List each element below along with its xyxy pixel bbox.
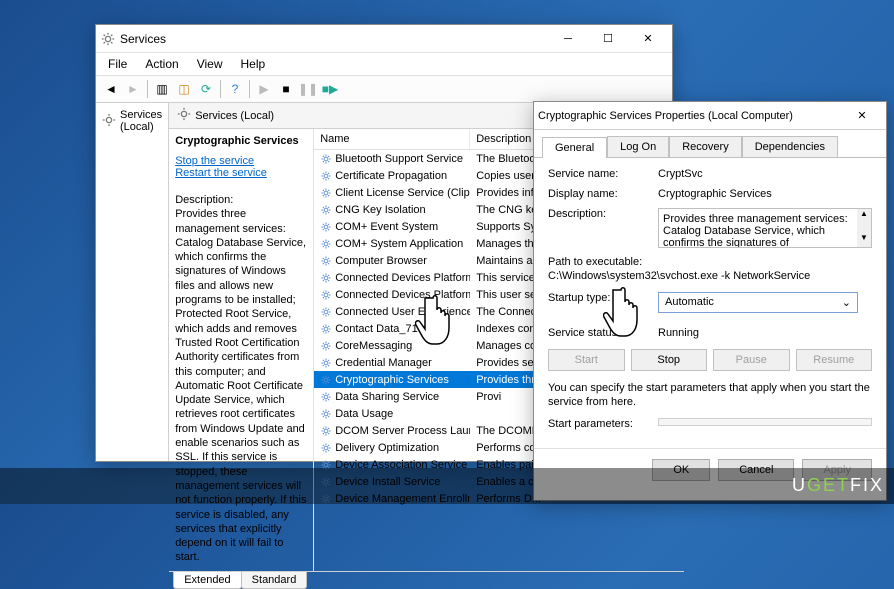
tab-recovery[interactable]: Recovery: [669, 136, 741, 157]
tabs: General Log On Recovery Dependencies: [534, 130, 886, 158]
description-label: Description:: [175, 193, 307, 207]
window-title: Services: [120, 32, 548, 46]
menu-view[interactable]: View: [193, 55, 227, 73]
close-button[interactable]: ✕: [842, 103, 882, 129]
description-label: Description:: [548, 208, 658, 220]
watermark: UGETFIX: [792, 475, 884, 496]
description-scrollbar[interactable]: ▲ ▼: [857, 209, 871, 247]
gear-icon: [102, 113, 116, 130]
path-value: C:\Windows\system32\svchost.exe -k Netwo…: [548, 270, 872, 282]
startup-type-value: Automatic: [665, 296, 714, 309]
properties-dialog: Cryptographic Services Properties (Local…: [533, 101, 887, 501]
resume-button: Resume: [796, 349, 873, 371]
forward-button[interactable]: ►: [123, 79, 143, 99]
service-status-value: Running: [658, 327, 872, 339]
menu-action[interactable]: Action: [141, 55, 182, 73]
menubar: File Action View Help: [96, 53, 672, 76]
tabs-bottom: Extended Standard: [169, 571, 683, 589]
startup-type-label: Startup type:: [548, 292, 658, 304]
chevron-down-icon: ⌄: [842, 296, 851, 309]
footer-bar: [0, 468, 894, 504]
service-name-value: CryptSvc: [658, 168, 872, 180]
start-parameters-label: Start parameters:: [548, 418, 658, 430]
right-header-label: Services (Local): [195, 110, 274, 122]
gear-icon: [100, 31, 116, 47]
detail-pane: Cryptographic Services Stop the service …: [169, 129, 314, 571]
display-name-label: Display name:: [548, 188, 658, 200]
stop-service-icon[interactable]: ■: [276, 79, 296, 99]
col-name[interactable]: Name: [314, 129, 470, 149]
path-label: Path to executable:: [548, 256, 872, 268]
detail-service-name: Cryptographic Services: [175, 135, 307, 147]
titlebar: Services ─ ☐ ✕: [96, 25, 672, 53]
tab-standard[interactable]: Standard: [241, 572, 308, 589]
display-name-value: Cryptographic Services: [658, 188, 872, 200]
service-name-label: Service name:: [548, 168, 658, 180]
tab-general[interactable]: General: [542, 137, 607, 158]
scroll-up-icon[interactable]: ▲: [857, 209, 871, 223]
scroll-down-icon[interactable]: ▼: [857, 233, 871, 247]
description-box[interactable]: Provides three management services: Cata…: [658, 208, 872, 248]
show-hide-icon[interactable]: ▥: [152, 79, 172, 99]
gear-icon: [177, 107, 191, 124]
menu-file[interactable]: File: [104, 55, 131, 73]
restart-service-link[interactable]: Restart the service: [175, 167, 307, 179]
close-button[interactable]: ✕: [628, 26, 668, 52]
pause-service-icon[interactable]: ❚❚: [298, 79, 318, 99]
startup-type-select[interactable]: Automatic ⌄: [658, 292, 858, 313]
start-service-icon[interactable]: ▶: [254, 79, 274, 99]
description-text: Provides three management services: Cata…: [175, 207, 307, 564]
restart-service-icon[interactable]: ■▶: [320, 79, 340, 99]
menu-help[interactable]: Help: [237, 55, 270, 73]
dialog-title: Cryptographic Services Properties (Local…: [538, 110, 842, 122]
pause-button: Pause: [713, 349, 790, 371]
left-pane: Services (Local): [96, 103, 169, 461]
start-parameters-input: [658, 418, 872, 426]
tree-item-label: Services (Local): [120, 109, 162, 133]
properties-icon[interactable]: ◫: [174, 79, 194, 99]
service-status-label: Service status:: [548, 327, 658, 339]
minimize-button[interactable]: ─: [548, 26, 588, 52]
back-button[interactable]: ◄: [101, 79, 121, 99]
maximize-button[interactable]: ☐: [588, 26, 628, 52]
tab-dependencies[interactable]: Dependencies: [742, 136, 838, 157]
stop-service-link[interactable]: Stop the service: [175, 155, 307, 167]
help-icon[interactable]: ?: [225, 79, 245, 99]
note-text: You can specify the start parameters tha…: [548, 381, 872, 410]
refresh-icon[interactable]: ⟳: [196, 79, 216, 99]
tree-item-services-local[interactable]: Services (Local): [100, 107, 164, 135]
tab-extended[interactable]: Extended: [173, 572, 241, 589]
toolbar: ◄ ► ▥ ◫ ⟳ ? ▶ ■ ❚❚ ■▶: [96, 76, 672, 103]
start-button: Start: [548, 349, 625, 371]
tab-logon[interactable]: Log On: [607, 136, 669, 157]
description-value: Provides three management services: Cata…: [663, 213, 848, 248]
stop-button[interactable]: Stop: [631, 349, 708, 371]
